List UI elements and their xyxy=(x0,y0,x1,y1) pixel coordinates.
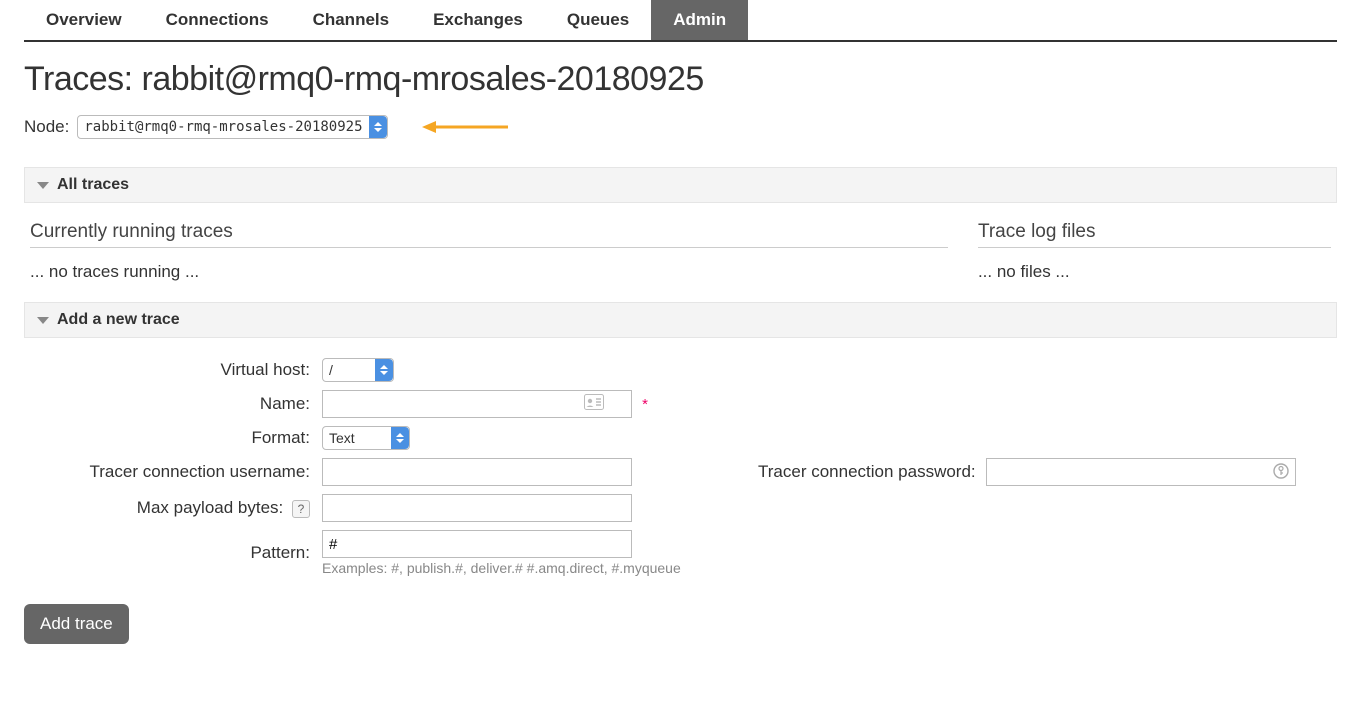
chevron-down-icon xyxy=(37,182,49,189)
username-label: Tracer connection username: xyxy=(26,458,316,486)
contact-card-icon xyxy=(584,394,604,414)
required-mark: * xyxy=(642,396,648,413)
select-arrows-icon xyxy=(391,427,409,449)
password-label: Tracer connection password: xyxy=(758,462,976,482)
log-files-empty: ... no files ... xyxy=(978,262,1331,282)
chevron-down-icon xyxy=(37,317,49,324)
max-payload-input[interactable] xyxy=(322,494,632,522)
node-label: Node: xyxy=(24,117,69,137)
help-icon[interactable]: ? xyxy=(292,500,310,518)
pattern-label: Pattern: xyxy=(26,530,316,576)
all-traces-body: Currently running traces ... no traces r… xyxy=(24,221,1337,282)
username-input[interactable] xyxy=(322,458,632,486)
format-select-value: Text xyxy=(329,430,355,446)
node-select-value: rabbit@rmq0-rmq-mrosales-20180925 xyxy=(84,119,362,135)
select-arrows-icon xyxy=(375,359,393,381)
node-select[interactable]: rabbit@rmq0-rmq-mrosales-20180925 xyxy=(77,115,387,139)
page-title: Traces: rabbit@rmq0-rmq-mrosales-2018092… xyxy=(24,60,1337,99)
tab-exchanges[interactable]: Exchanges xyxy=(411,0,545,40)
password-input[interactable] xyxy=(986,458,1296,486)
section-all-traces-title: All traces xyxy=(57,176,129,194)
pattern-input[interactable] xyxy=(322,530,632,558)
key-icon xyxy=(1272,462,1290,484)
pattern-hint: Examples: #, publish.#, deliver.# #.amq.… xyxy=(322,560,1296,576)
log-files-heading: Trace log files xyxy=(978,221,1331,248)
vhost-select[interactable]: / xyxy=(322,358,394,382)
tab-admin[interactable]: Admin xyxy=(651,0,748,40)
max-payload-label: Max payload bytes: ? xyxy=(26,494,316,522)
format-select[interactable]: Text xyxy=(322,426,410,450)
name-label: Name: xyxy=(26,390,316,418)
vhost-select-value: / xyxy=(329,362,333,378)
tab-overview[interactable]: Overview xyxy=(24,0,144,40)
running-traces-column: Currently running traces ... no traces r… xyxy=(30,221,948,282)
running-traces-empty: ... no traces running ... xyxy=(30,262,948,282)
vhost-label: Virtual host: xyxy=(26,358,316,382)
tab-connections[interactable]: Connections xyxy=(144,0,291,40)
format-label: Format: xyxy=(26,426,316,450)
section-add-trace-header[interactable]: Add a new trace xyxy=(24,302,1337,338)
tab-queues[interactable]: Queues xyxy=(545,0,651,40)
running-traces-heading: Currently running traces xyxy=(30,221,948,248)
tab-channels[interactable]: Channels xyxy=(291,0,412,40)
tabs-nav: Overview Connections Channels Exchanges … xyxy=(24,0,1337,42)
node-selector-row: Node: rabbit@rmq0-rmq-mrosales-20180925 xyxy=(24,115,1337,139)
select-arrows-icon xyxy=(369,116,387,138)
add-trace-button[interactable]: Add trace xyxy=(24,604,129,644)
annotation-arrow-icon xyxy=(420,118,510,136)
section-add-trace-title: Add a new trace xyxy=(57,311,180,329)
add-trace-form: Virtual host: / Name: * Format: Text xyxy=(20,350,1302,584)
log-files-column: Trace log files ... no files ... xyxy=(978,221,1331,282)
section-all-traces-header[interactable]: All traces xyxy=(24,167,1337,203)
